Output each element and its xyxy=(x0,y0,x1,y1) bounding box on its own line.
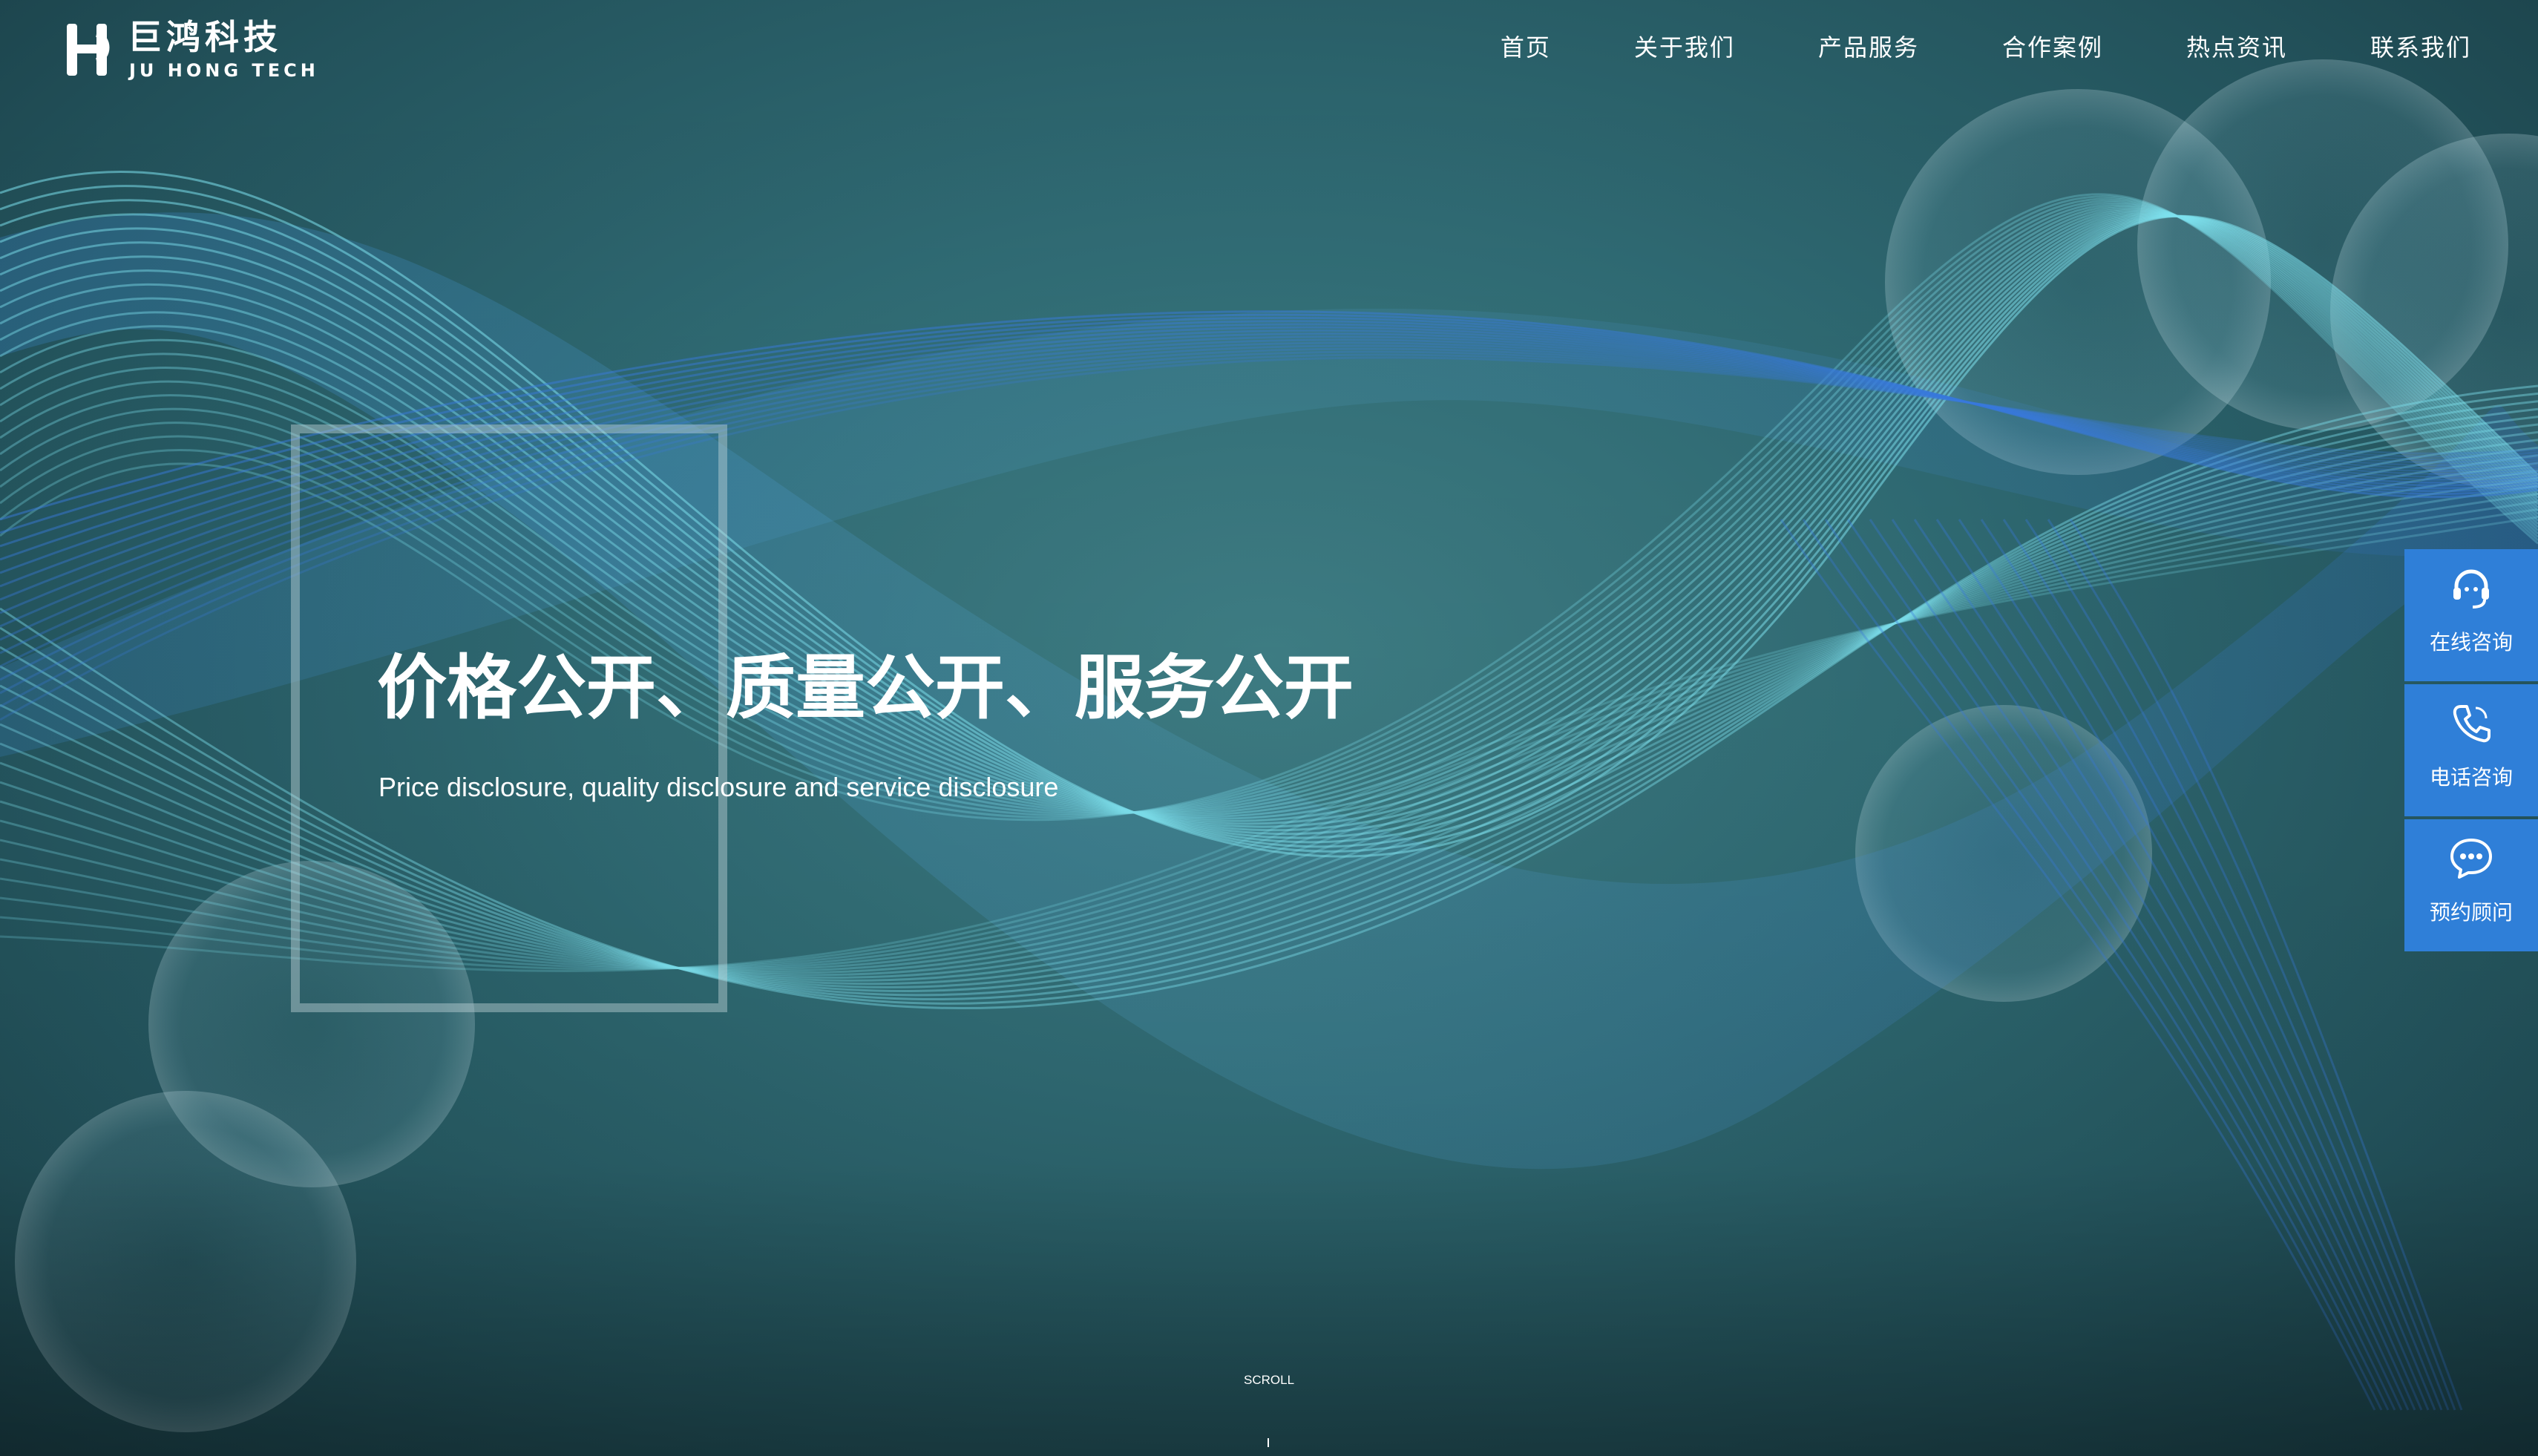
hero-title: 价格公开、质量公开、服务公开 xyxy=(377,648,1354,729)
nav-item-about[interactable]: 关于我们 xyxy=(1634,28,1735,67)
headset-icon xyxy=(2453,569,2489,609)
chat-bubble-icon xyxy=(2450,839,2492,879)
hero-section: 巨鸿科技 JU HONG TECH 首页 关于我们 产品服务 合作案例 热点资讯… xyxy=(0,0,2538,1456)
online-consult-button[interactable]: 在线咨询 xyxy=(2404,549,2538,681)
hero-subtitle: Price disclosure, quality disclosure and… xyxy=(378,772,1059,802)
scroll-indicator-label[interactable]: SCROLL xyxy=(1244,1371,1294,1389)
scroll-indicator-line xyxy=(1268,1438,1269,1447)
brand-name-en: JU HONG TECH xyxy=(129,60,319,81)
book-advisor-label: 预约顾问 xyxy=(2429,900,2513,925)
main-nav: 首页 关于我们 产品服务 合作案例 热点资讯 联系我们 xyxy=(1417,28,2471,67)
logo-mark-icon xyxy=(67,24,110,76)
nav-item-products[interactable]: 产品服务 xyxy=(1818,28,1919,67)
site-header: 巨鸿科技 JU HONG TECH 首页 关于我们 产品服务 合作案例 热点资讯… xyxy=(0,0,2538,96)
phone-consult-button[interactable]: 电话咨询 xyxy=(2404,684,2538,816)
nav-item-contact[interactable]: 联系我们 xyxy=(2370,28,2471,67)
online-consult-label: 在线咨询 xyxy=(2429,630,2513,655)
floating-contact-panel: 在线咨询 电话咨询 预约顾问 xyxy=(2404,549,2538,954)
book-advisor-button[interactable]: 预约顾问 xyxy=(2404,819,2538,951)
nav-item-home[interactable]: 首页 xyxy=(1501,28,1551,67)
brand-name-cn: 巨鸿科技 xyxy=(128,17,282,57)
nav-item-cases[interactable]: 合作案例 xyxy=(2002,28,2103,67)
logo[interactable]: 巨鸿科技 JU HONG TECH xyxy=(65,16,315,83)
phone-consult-label: 电话咨询 xyxy=(2429,765,2513,790)
nav-item-news[interactable]: 热点资讯 xyxy=(2186,28,2287,67)
phone-icon xyxy=(2453,705,2491,743)
